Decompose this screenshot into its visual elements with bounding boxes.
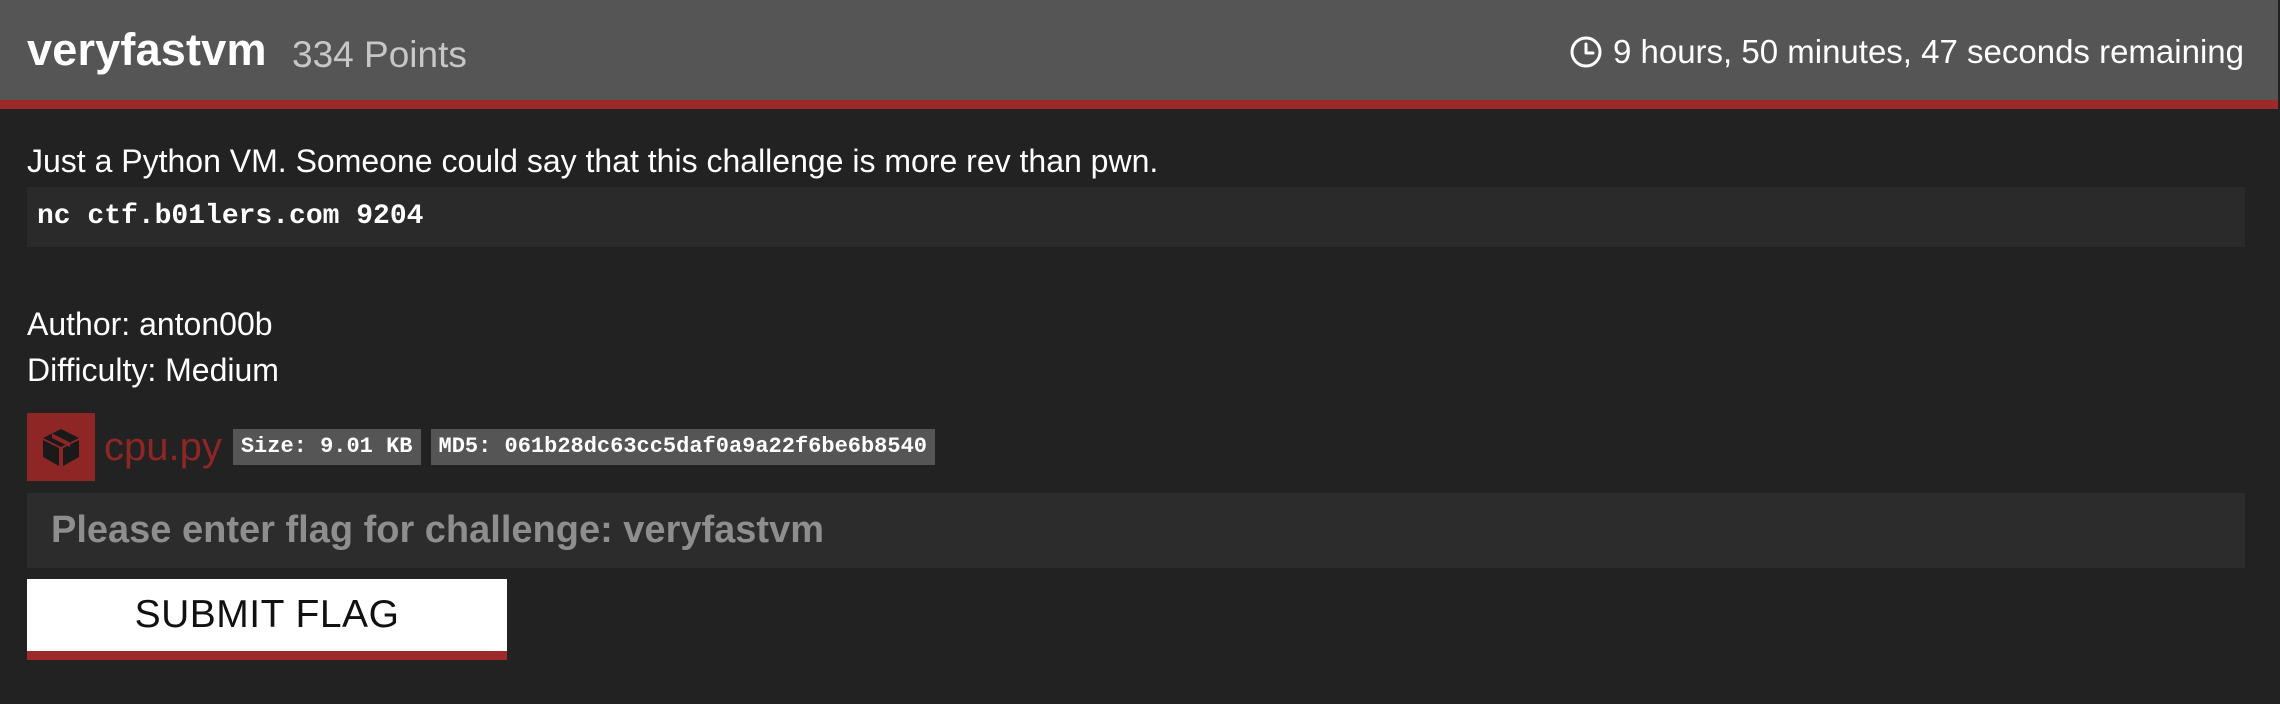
clock-icon [1570,36,1602,68]
file-size-badge: Size: 9.01 KB [232,429,421,465]
submit-flag-button[interactable]: SUBMIT FLAG [27,579,507,660]
file-download-link[interactable]: cpu.py [104,427,222,467]
box-icon[interactable] [27,413,95,481]
countdown-timer: 9 hours, 50 minutes, 47 seconds remainin… [1569,33,2244,71]
challenge-header: veryfastvm 334 Points 9 hours, 50 minute… [0,0,2278,109]
time-remaining-text: 9 hours, 50 minutes, 47 seconds remainin… [1612,33,2244,70]
challenge-description: Just a Python VM. Someone could say that… [27,143,1159,179]
challenge-points: 334 Points [292,34,467,75]
challenge-author: Author: anton00b [27,306,273,342]
flag-input[interactable] [27,493,2245,568]
challenge-panel: veryfastvm 334 Points 9 hours, 50 minute… [0,0,2280,704]
attachment-file[interactable]: cpu.py Size: 9.01 KB MD5: 061b28dc63cc5d… [27,413,945,481]
challenge-title: veryfastvm [27,24,267,75]
connection-command: nc ctf.b01lers.com 9204 [27,187,2245,247]
challenge-difficulty: Difficulty: Medium [27,352,279,388]
file-md5-badge: MD5: 061b28dc63cc5daf0a9a22f6be6b8540 [430,429,935,465]
